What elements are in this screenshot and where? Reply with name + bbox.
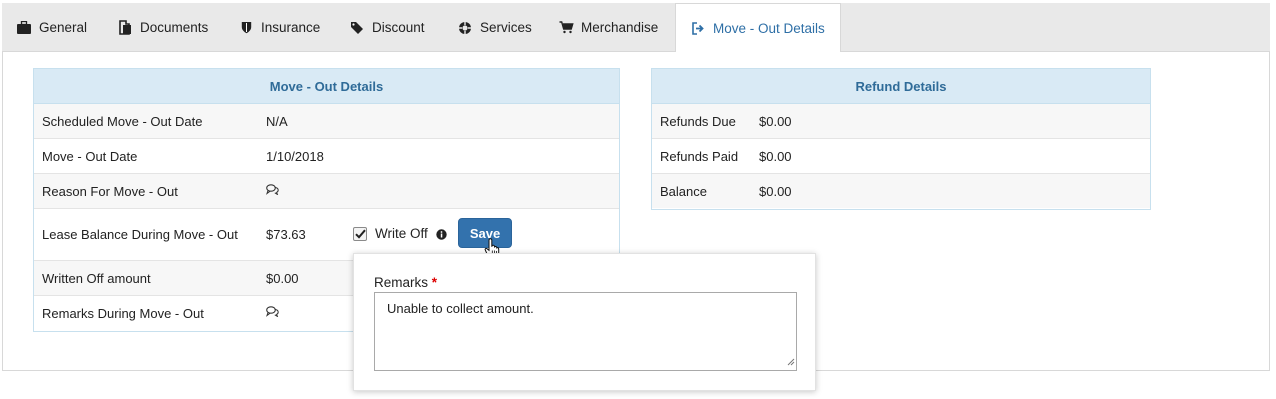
tab-insurance[interactable]: Insurance [224, 3, 320, 52]
write-off-label[interactable]: Write Off [375, 226, 428, 241]
lifebuoy-icon [457, 20, 473, 36]
tab-services[interactable]: Services [443, 3, 532, 52]
write-off-checkbox[interactable] [353, 227, 367, 241]
tags-icon [349, 20, 365, 36]
tab-discount[interactable]: Discount [335, 3, 425, 52]
table-row: Reason For Move - Out [34, 174, 619, 209]
tab-label: Services [480, 20, 532, 35]
table-row: Refunds Due $0.00 [652, 104, 1150, 139]
comments-icon[interactable] [266, 184, 279, 198]
row-value: 1/10/2018 [266, 148, 324, 164]
row-label: Balance [660, 183, 707, 199]
tab-merchandise[interactable]: Merchandise [544, 3, 658, 52]
briefcase-icon [16, 20, 32, 36]
tab-label: Insurance [261, 20, 321, 35]
tab-label: Documents [140, 20, 209, 35]
row-value: $0.00 [759, 183, 792, 199]
row-label: Refunds Paid [660, 148, 739, 164]
sign-out-icon [690, 20, 706, 36]
row-label: Written Off amount [42, 270, 151, 286]
row-value: $0.00 [266, 270, 299, 286]
table-row: Balance $0.00 [652, 174, 1150, 208]
table-row: Scheduled Move - Out Date N/A [34, 104, 619, 139]
documents-icon [117, 20, 133, 36]
table-row: Refunds Paid $0.00 [652, 139, 1150, 174]
tab-label: Merchandise [581, 20, 659, 35]
row-label: Move - Out Date [42, 148, 138, 164]
row-value: $0.00 [759, 148, 792, 164]
resize-grip-icon[interactable] [787, 354, 795, 369]
cart-icon [558, 20, 574, 36]
table-header: Refund Details [652, 69, 1150, 104]
remarks-label: Remarks * [374, 275, 437, 290]
row-label: Refunds Due [660, 113, 736, 129]
row-label: Scheduled Move - Out Date [42, 113, 203, 129]
tab-move-out-details[interactable]: Move - Out Details [675, 3, 841, 53]
row-value: N/A [266, 113, 288, 129]
refund-details-table: Refund Details Refunds Due $0.00 Refunds… [651, 68, 1151, 210]
tab-label: General [39, 20, 88, 35]
tab-bar: General Documents Insurance Discount Ser… [2, 3, 1270, 53]
row-value: $73.63 [266, 227, 306, 242]
tab-documents[interactable]: Documents [103, 3, 208, 52]
table-header: Move - Out Details [34, 69, 619, 104]
remarks-text: Unable to collect amount. [387, 301, 534, 316]
info-icon[interactable] [436, 228, 447, 243]
remarks-popover: Remarks * Unable to collect amount. [353, 253, 816, 391]
row-label: Remarks During Move - Out [42, 305, 204, 321]
row-value: $0.00 [759, 113, 792, 129]
remarks-label-text: Remarks [374, 275, 429, 290]
row-label: Reason For Move - Out [42, 183, 178, 199]
row-label: Lease Balance During Move - Out [42, 227, 238, 242]
required-mark: * [431, 275, 438, 290]
comments-icon[interactable] [266, 306, 279, 320]
tab-label: Move - Out Details [713, 20, 825, 36]
shield-icon [238, 20, 254, 36]
tab-label: Discount [372, 20, 425, 35]
table-row: Move - Out Date 1/10/2018 [34, 139, 619, 174]
tab-general[interactable]: General [2, 3, 87, 52]
remarks-textarea[interactable]: Unable to collect amount. [374, 292, 797, 371]
